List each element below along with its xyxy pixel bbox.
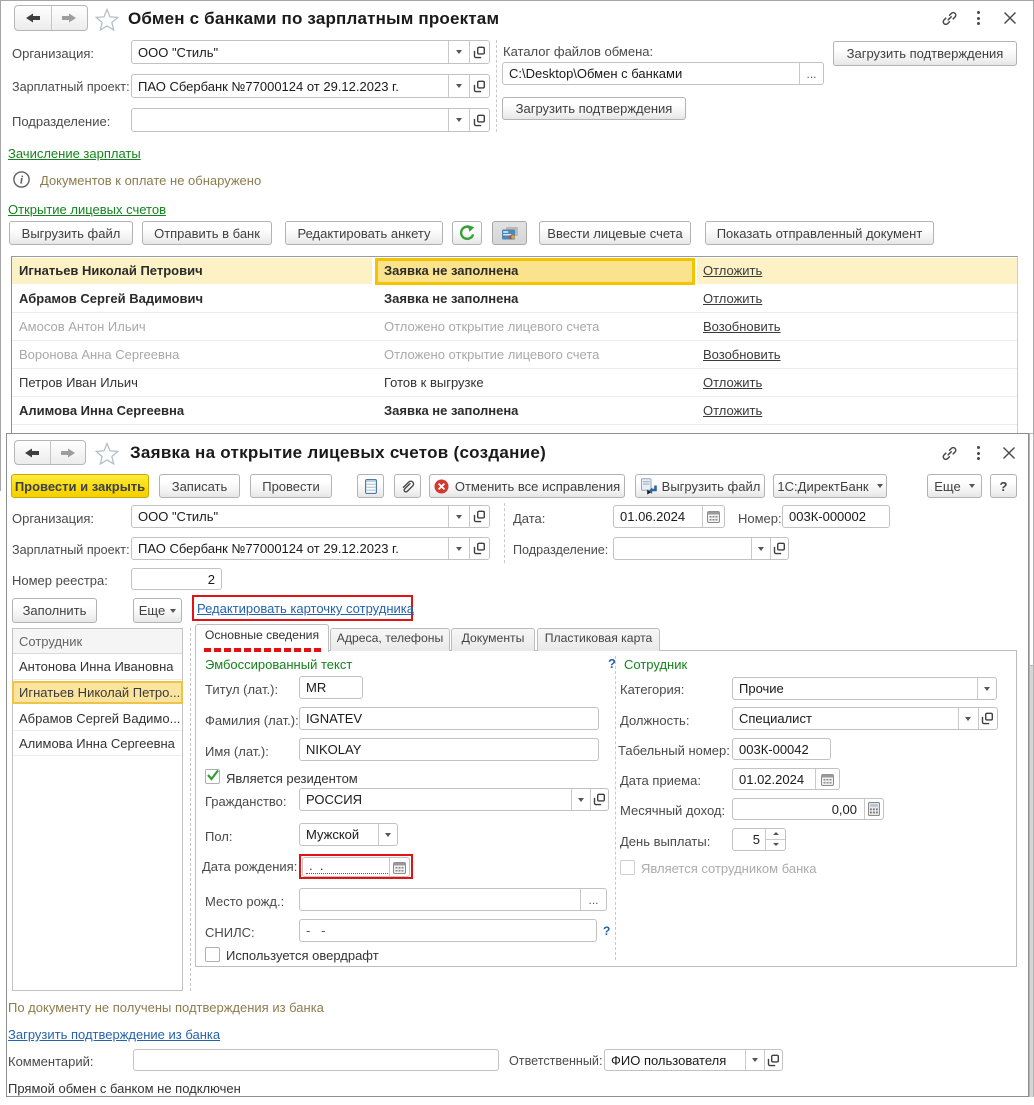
- svg-text:i: i: [20, 173, 24, 187]
